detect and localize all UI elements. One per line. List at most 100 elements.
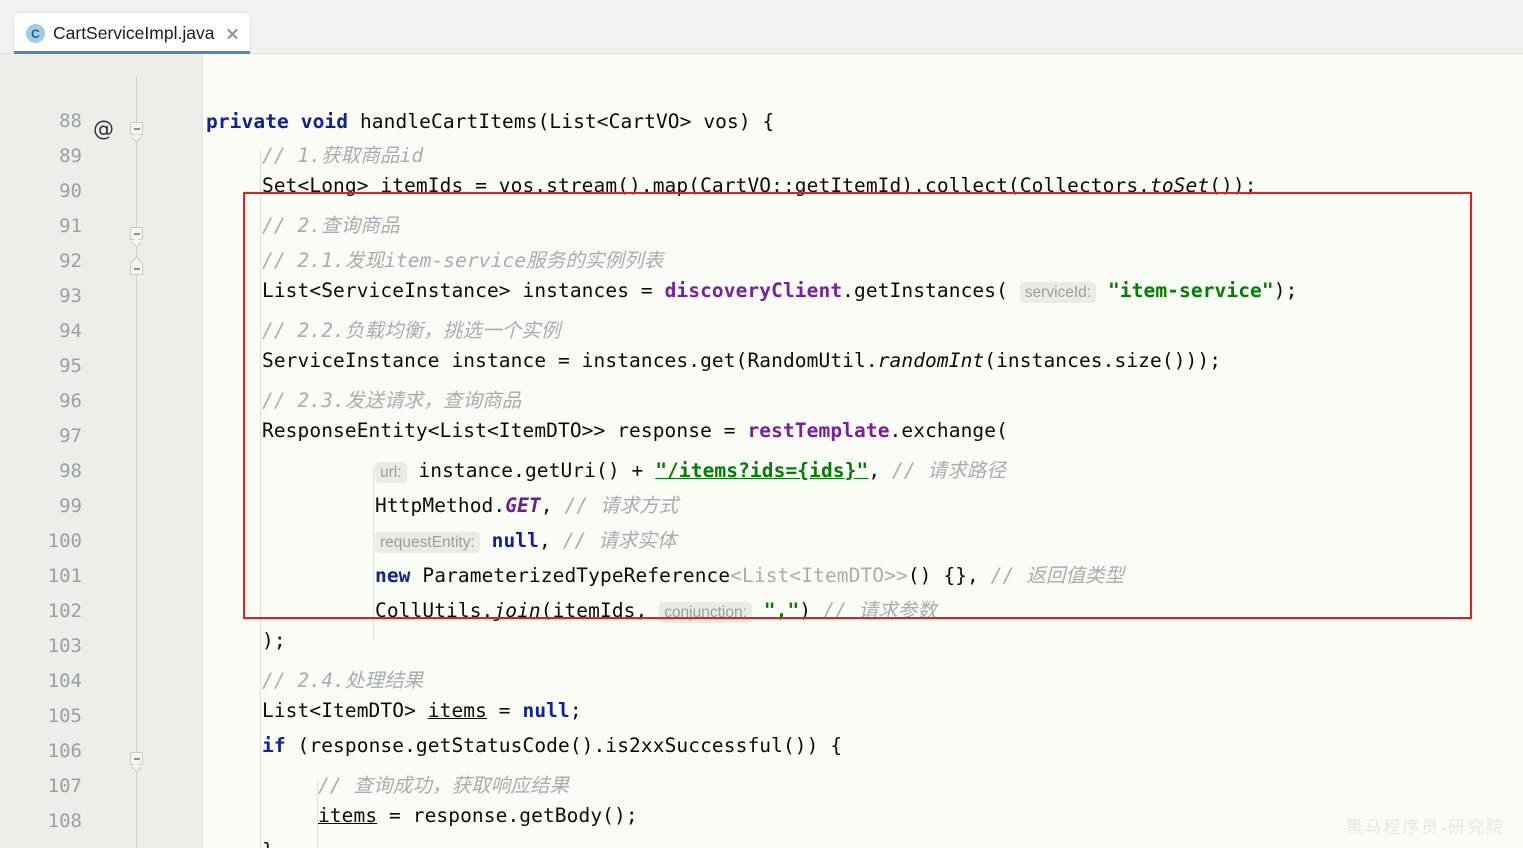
- code-line-96[interactable]: // 2.3.发送请求，查询商品: [262, 384, 521, 413]
- token-method-name: handleCartItems: [360, 110, 538, 133]
- code-line-101[interactable]: new ParameterizedTypeReference<List<Item…: [375, 559, 1124, 588]
- code-line-92[interactable]: // 2.1.发现item-service服务的实例列表: [262, 244, 663, 273]
- token-code: .exchange(: [890, 419, 1008, 442]
- editor-tab-cartserviceimpl[interactable]: C CartServiceImpl.java: [14, 13, 250, 54]
- token-code: );: [262, 629, 286, 652]
- token-code: () {},: [908, 564, 979, 587]
- token-comment: // 2.1.发现item-service服务的实例列表: [262, 249, 663, 272]
- gutter-line: 91: [0, 209, 1523, 244]
- token-code: ParameterizedTypeReference: [422, 564, 730, 587]
- token-comment: // 返回值类型: [991, 564, 1125, 587]
- token-static-method: join: [493, 599, 540, 622]
- code-line-109[interactable]: }: [262, 839, 274, 848]
- token-code: =: [487, 699, 523, 722]
- line-number: 102: [20, 594, 82, 629]
- token-code: List<ItemDTO>: [262, 699, 428, 722]
- code-line-108[interactable]: items = response.getBody();: [318, 804, 638, 827]
- code-line-102[interactable]: CollUtils.join(itemIds, conjunction: ","…: [375, 594, 937, 623]
- code-line-100[interactable]: requestEntity: null, // 请求实体: [375, 524, 677, 553]
- token-comment: // 请求参数: [823, 599, 937, 622]
- token-string: "item-service": [1108, 279, 1274, 302]
- code-line-95[interactable]: ServiceInstance instance = instances.get…: [262, 349, 1221, 372]
- gutter-line: 104: [0, 664, 1523, 699]
- code-line-89[interactable]: // 1.获取商品id: [262, 139, 423, 168]
- tab-title: CartServiceImpl.java: [53, 23, 214, 44]
- gutter-line: 99: [0, 489, 1523, 524]
- line-number: 104: [20, 664, 82, 699]
- gutter-line: 100: [0, 524, 1523, 559]
- code-line-106[interactable]: if (response.getStatusCode().is2xxSucces…: [262, 734, 842, 757]
- ide-window: C CartServiceImpl.java @: [0, 0, 1523, 848]
- line-number: 109: [20, 839, 82, 848]
- line-number: 93: [20, 279, 82, 314]
- token-keyword: if: [262, 734, 286, 757]
- param-hint-url: url:: [375, 462, 407, 483]
- token-generic: <List<ItemDTO>>: [730, 564, 908, 587]
- token-code: ;: [570, 699, 582, 722]
- token-code: List<ServiceInstance> instances =: [262, 279, 665, 302]
- code-line-97[interactable]: ResponseEntity<List<ItemDTO>> response =…: [262, 419, 1008, 442]
- code-line-98[interactable]: url: instance.getUri() + "/items?ids={id…: [375, 454, 1006, 483]
- token-comment: // 请求方式: [564, 494, 678, 517]
- token-code: (itemIds,: [541, 599, 659, 622]
- code-line-88[interactable]: private void handleCartItems(List<CartVO…: [206, 104, 774, 139]
- code-line-103[interactable]: );: [262, 629, 286, 652]
- token-comment: // 1.获取商品id: [262, 144, 423, 167]
- token-keyword: private: [206, 110, 289, 133]
- code-line-107[interactable]: // 查询成功，获取响应结果: [318, 769, 569, 798]
- token-code: }: [262, 839, 274, 848]
- line-number: 89: [20, 139, 82, 174]
- line-number: 101: [20, 559, 82, 594]
- code-line-99[interactable]: HttpMethod.GET, // 请求方式: [375, 489, 678, 518]
- code-line-94[interactable]: // 2.2.负载均衡，挑选一个实例: [262, 314, 560, 343]
- token-code: ServiceInstance instance = instances.get…: [262, 349, 878, 372]
- code-line-104[interactable]: // 2.4.处理结果: [262, 664, 423, 693]
- token-code: ,: [539, 529, 551, 552]
- token-code: = response.getBody();: [377, 804, 637, 827]
- token-comment: // 2.2.负载均衡，挑选一个实例: [262, 319, 560, 342]
- line-number: 100: [20, 524, 82, 559]
- token-code: ,: [868, 459, 880, 482]
- editor-tab-bar: C CartServiceImpl.java: [0, 0, 1523, 54]
- token-field: restTemplate: [747, 419, 889, 442]
- code-line-90[interactable]: Set<Long> itemIds = vos.stream().map(Car…: [262, 174, 1257, 197]
- code-editor[interactable]: @ 88 89 90 91 92 93 94: [0, 54, 1523, 848]
- gutter-line: 92: [0, 244, 1523, 279]
- watermark: 黑马程序员-研究院: [1345, 813, 1505, 838]
- code-line-91[interactable]: // 2.查询商品: [262, 209, 400, 238]
- line-number: 106: [20, 734, 82, 769]
- gutter-line: 103: [0, 629, 1523, 664]
- token-code: Set<Long> itemIds = vos.stream().map(Car…: [262, 174, 1150, 197]
- line-number: 98: [20, 454, 82, 489]
- line-number: 96: [20, 384, 82, 419]
- gutter-line: 107: [0, 769, 1523, 804]
- gutter-line: 89: [0, 139, 1523, 174]
- token-code: .getInstances(: [842, 279, 1020, 302]
- param-hint-serviceid: serviceId:: [1020, 282, 1096, 303]
- gutter-line: 105: [0, 699, 1523, 734]
- gutter-line: 96: [0, 384, 1523, 419]
- token-code: );: [1274, 279, 1298, 302]
- code-line-93[interactable]: List<ServiceInstance> instances = discov…: [262, 279, 1297, 302]
- token-code: CollUtils.: [375, 599, 493, 622]
- token-comment: // 2.查询商品: [262, 214, 400, 237]
- gutter-line: 108: [0, 804, 1523, 839]
- line-number: 97: [20, 419, 82, 454]
- line-number: 107: [20, 769, 82, 804]
- line-number: 90: [20, 174, 82, 209]
- token-comment: // 请求路径: [892, 459, 1006, 482]
- token-code: (instances.size()));: [984, 349, 1221, 372]
- gutter-line: 109: [0, 839, 1523, 848]
- token-keyword: new: [375, 564, 411, 587]
- token-static-method: randomInt: [878, 349, 985, 372]
- code-line-105[interactable]: List<ItemDTO> items = null;: [262, 699, 582, 722]
- token-code: HttpMethod.: [375, 494, 505, 517]
- line-number: 99: [20, 489, 82, 524]
- token-static-field: GET: [505, 494, 541, 517]
- token-variable: items: [428, 699, 487, 722]
- close-icon[interactable]: [225, 26, 240, 41]
- line-number: 105: [20, 699, 82, 734]
- token-comment: // 2.3.发送请求，查询商品: [262, 389, 521, 412]
- java-class-icon: C: [26, 24, 45, 43]
- line-number: 92: [20, 244, 82, 279]
